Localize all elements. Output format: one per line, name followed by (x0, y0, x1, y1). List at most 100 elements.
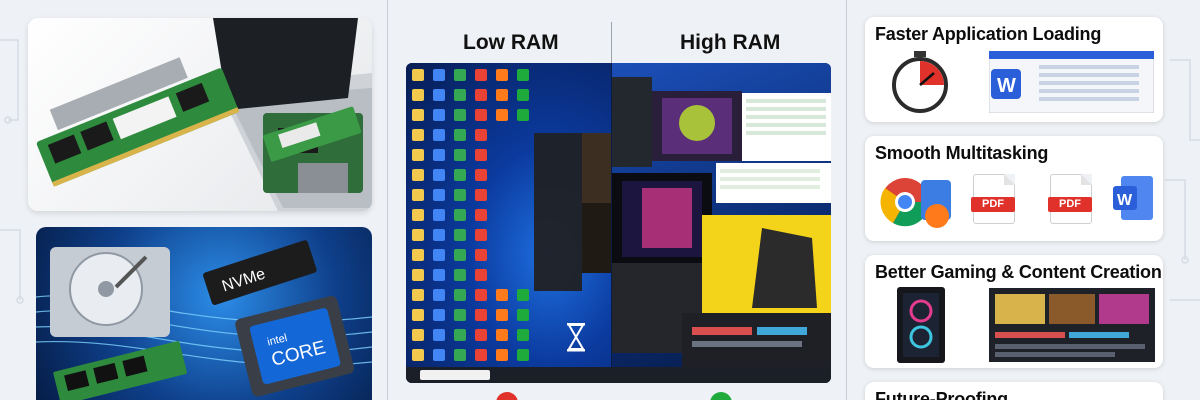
desktop-shortcut-icon[interactable] (517, 309, 529, 321)
desktop-shortcut-icon[interactable] (412, 249, 424, 261)
desktop-shortcut-icon[interactable] (475, 209, 487, 221)
desktop-shortcut-icon[interactable] (433, 229, 445, 241)
app-window-preview: W (989, 51, 1154, 113)
desktop-shortcut-icon[interactable] (475, 329, 487, 341)
desktop-shortcut-icon[interactable] (412, 269, 424, 281)
desktop-shortcut-icon[interactable] (433, 309, 445, 321)
desktop-shortcut-icon[interactable] (454, 169, 466, 181)
desktop-shortcut-icon[interactable] (454, 189, 466, 201)
desktop-shortcut-icon[interactable] (475, 269, 487, 281)
desktop-shortcut-icon[interactable] (496, 89, 508, 101)
desktop-shortcut-icon[interactable] (517, 109, 529, 121)
desktop-shortcut-icon[interactable] (475, 189, 487, 201)
desktop-shortcut-icon[interactable] (496, 329, 508, 341)
benefit-title: Better Gaming & Content Creation (875, 262, 1162, 282)
desktop-shortcut-icon[interactable] (517, 329, 529, 341)
high-ram-status-indicator (710, 392, 732, 400)
desktop-shortcut-icon[interactable] (412, 229, 424, 241)
desktop-shortcut-icon[interactable] (412, 329, 424, 341)
benefit-title: Smooth Multitasking (875, 143, 1049, 163)
desktop-shortcut-icon[interactable] (433, 289, 445, 301)
desktop-shortcut-icon[interactable] (412, 309, 424, 321)
desktop-shortcut-icon[interactable] (475, 149, 487, 161)
benefit-title: Future-Proofing (875, 389, 1008, 400)
ram-laptop-image (28, 18, 372, 211)
desktop-shortcut-icon[interactable] (412, 109, 424, 121)
low-ram-label: Low RAM (463, 31, 559, 54)
desktop-comparison-screen (406, 63, 831, 383)
desktop-shortcut-icon[interactable] (454, 289, 466, 301)
pdf-icon: PDF (1048, 174, 1092, 224)
desktop-shortcut-icon[interactable] (496, 69, 508, 81)
desktop-shortcut-icon[interactable] (412, 149, 424, 161)
desktop-shortcut-icon[interactable] (475, 169, 487, 181)
desktop-shortcut-icon[interactable] (412, 129, 424, 141)
benefit-title: Faster Application Loading (875, 24, 1102, 44)
desktop-shortcut-icon[interactable] (454, 209, 466, 221)
desktop-shortcut-icon[interactable] (496, 289, 508, 301)
timer-icon (892, 51, 948, 113)
benefits-column: Faster Application Loading W Smooth Mult… (848, 0, 1200, 400)
desktop-shortcut-icon[interactable] (412, 289, 424, 301)
desktop-shortcut-icon[interactable] (433, 129, 445, 141)
ram-comparison-column: Low RAM High RAM (387, 0, 847, 400)
desktop-shortcut-icon[interactable] (412, 209, 424, 221)
low-ram-desktop (406, 63, 611, 383)
desktop-shortcut-icon[interactable] (454, 309, 466, 321)
desktop-shortcut-icon[interactable] (475, 249, 487, 261)
desktop-shortcut-icon[interactable] (454, 149, 466, 161)
desktop-shortcut-icon[interactable] (475, 289, 487, 301)
benefit-card-app-loading: Faster Application Loading W (865, 17, 1163, 122)
desktop-shortcut-icon[interactable] (517, 349, 529, 361)
desktop-shortcut-icon[interactable] (517, 89, 529, 101)
desktop-shortcut-icon[interactable] (454, 109, 466, 121)
desktop-shortcut-icon[interactable] (433, 189, 445, 201)
desktop-shortcut-icon[interactable] (433, 109, 445, 121)
desktop-shortcut-icon[interactable] (475, 69, 487, 81)
pdf-icon: PDF (971, 174, 1015, 224)
desktop-shortcut-icon[interactable] (412, 349, 424, 361)
desktop-shortcut-icon[interactable] (433, 69, 445, 81)
desktop-shortcut-icon[interactable] (454, 89, 466, 101)
desktop-shortcut-icon[interactable] (433, 89, 445, 101)
desktop-shortcut-icon[interactable] (412, 89, 424, 101)
desktop-shortcut-icon[interactable] (475, 229, 487, 241)
desktop-shortcut-icon[interactable] (412, 69, 424, 81)
storage-cpu-image: NVMe intel CORE (36, 227, 372, 400)
desktop-shortcut-icon[interactable] (433, 329, 445, 341)
high-ram-desktop (612, 63, 831, 383)
desktop-shortcut-icon[interactable] (454, 129, 466, 141)
desktop-shortcut-icon[interactable] (454, 249, 466, 261)
desktop-shortcut-icon[interactable] (454, 349, 466, 361)
desktop-shortcut-icon[interactable] (454, 69, 466, 81)
desktop-shortcut-icon[interactable] (454, 229, 466, 241)
desktop-shortcut-icon[interactable] (517, 69, 529, 81)
desktop-shortcut-icon[interactable] (433, 349, 445, 361)
desktop-shortcut-icon[interactable] (496, 109, 508, 121)
desktop-shortcut-icon[interactable] (475, 109, 487, 121)
desktop-shortcut-icon[interactable] (412, 169, 424, 181)
desktop-shortcut-icon[interactable] (454, 329, 466, 341)
desktop-shortcut-icon[interactable] (496, 309, 508, 321)
desktop-shortcut-icon[interactable] (433, 209, 445, 221)
desktop-shortcut-icon[interactable] (475, 349, 487, 361)
desktop-shortcut-icon[interactable] (433, 169, 445, 181)
desktop-shortcut-icon[interactable] (475, 129, 487, 141)
taskbar-search-input[interactable] (420, 370, 490, 380)
desktop-shortcut-icon[interactable] (475, 309, 487, 321)
svg-text:W: W (997, 75, 1016, 97)
desktop-shortcut-icon[interactable] (517, 289, 529, 301)
desktop-shortcut-icon[interactable] (433, 249, 445, 261)
desktop-shortcut-icon[interactable] (475, 89, 487, 101)
chrome-icon (880, 178, 951, 228)
desktop-shortcut-icon[interactable] (433, 269, 445, 281)
desktop-shortcut-icon[interactable] (496, 349, 508, 361)
hardware-column: NVMe intel CORE (0, 0, 385, 400)
desktop-shortcut-icon[interactable] (454, 269, 466, 281)
svg-text:W: W (1117, 192, 1133, 209)
word-icon: W (1113, 176, 1153, 220)
desktop-shortcut-icon[interactable] (433, 149, 445, 161)
benefit-card-gaming: Better Gaming & Content Creation (865, 255, 1163, 368)
desktop-shortcut-icon[interactable] (412, 189, 424, 201)
taskbar (406, 367, 831, 383)
